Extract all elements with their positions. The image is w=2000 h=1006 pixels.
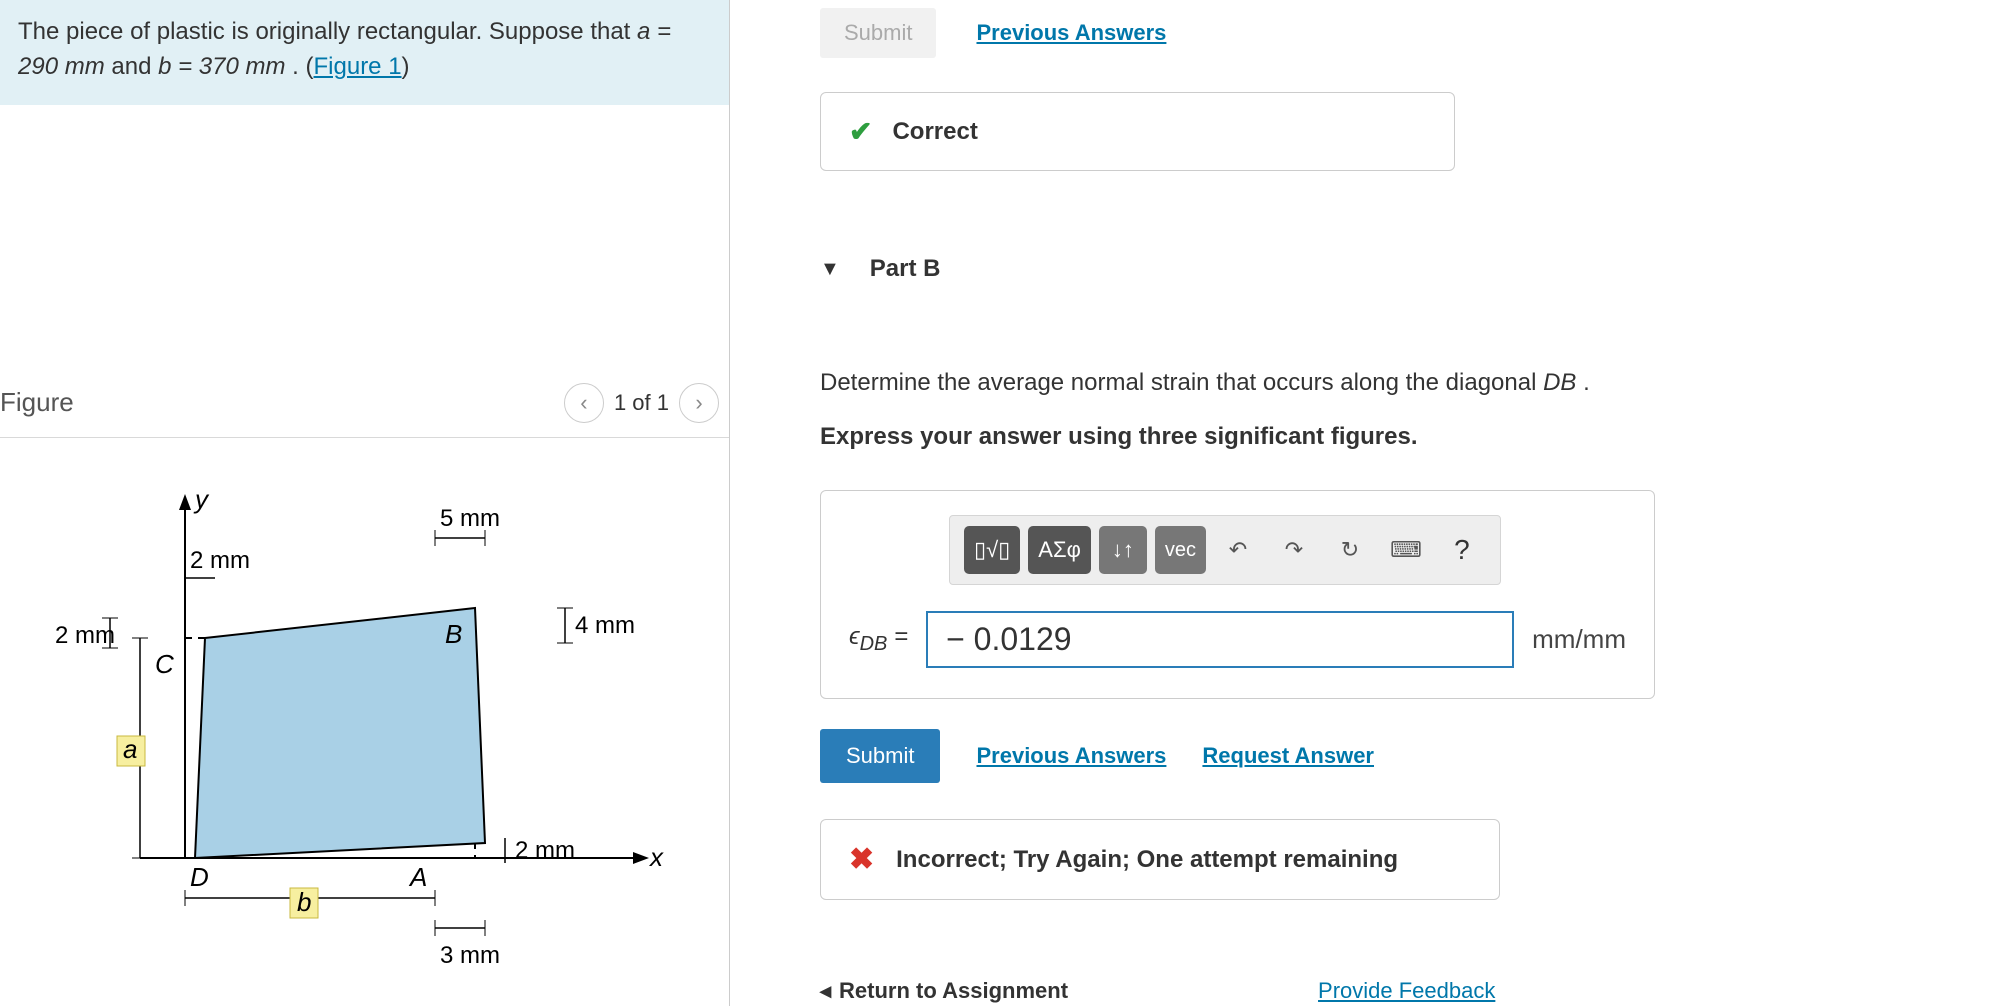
dim-2mm-right: 2 mm bbox=[515, 837, 575, 864]
label-B: B bbox=[445, 619, 462, 649]
figure-header: Figure ‹ 1 of 1 › bbox=[0, 365, 729, 438]
x-icon: ✖ bbox=[849, 842, 874, 877]
part-a-submit-button: Submit bbox=[820, 8, 936, 58]
dim-5mm: 5 mm bbox=[440, 505, 500, 532]
part-b-previous-answers-link[interactable]: Previous Answers bbox=[976, 743, 1166, 769]
axis-x-label: x bbox=[648, 842, 664, 872]
reset-button[interactable]: ↻ bbox=[1326, 526, 1374, 574]
vector-button[interactable]: vec bbox=[1155, 526, 1206, 574]
figure-prev-button[interactable]: ‹ bbox=[564, 383, 604, 423]
part-b-title: Part B bbox=[870, 255, 941, 283]
correct-label: Correct bbox=[892, 118, 977, 146]
check-icon: ✔ bbox=[849, 115, 872, 148]
redo-button[interactable]: ↷ bbox=[1270, 526, 1318, 574]
part-b-header[interactable]: ▼ Part B bbox=[820, 255, 1960, 283]
undo-button[interactable]: ↶ bbox=[1214, 526, 1262, 574]
subscript-button[interactable]: ↓↑ bbox=[1099, 526, 1147, 574]
dim-2mm-left: 2 mm bbox=[55, 622, 115, 649]
provide-feedback-link[interactable]: Provide Feedback bbox=[1318, 978, 1495, 1004]
equation-toolbar: ▯√▯ ΑΣφ ↓↑ vec ↶ ↷ ↻ ⌨ ? bbox=[949, 515, 1501, 585]
label-D: D bbox=[190, 862, 209, 892]
answer-input[interactable] bbox=[926, 611, 1514, 668]
help-button[interactable]: ? bbox=[1438, 526, 1486, 574]
figure-link[interactable]: Figure 1 bbox=[314, 53, 402, 80]
chevron-left-icon: ◂ bbox=[820, 978, 831, 1004]
part-a-previous-answers-link[interactable]: Previous Answers bbox=[976, 20, 1166, 46]
part-b-hint: Express your answer using three signific… bbox=[820, 417, 1960, 457]
dim-2mm-top: 2 mm bbox=[190, 547, 250, 574]
caret-down-icon: ▼ bbox=[820, 258, 840, 281]
figure-pager-label: 1 of 1 bbox=[614, 390, 669, 416]
figure-title: Figure bbox=[0, 387, 74, 418]
greek-button[interactable]: ΑΣφ bbox=[1028, 526, 1091, 574]
incorrect-label: Incorrect; Try Again; One attempt remain… bbox=[896, 846, 1398, 874]
keyboard-button[interactable]: ⌨ bbox=[1382, 526, 1430, 574]
variable-label: ϵDB = bbox=[849, 623, 908, 656]
answer-panel: ▯√▯ ΑΣφ ↓↑ vec ↶ ↷ ↻ ⌨ ? ϵDB = mm/mm bbox=[820, 490, 1655, 699]
label-A: A bbox=[408, 862, 427, 892]
dim-3mm: 3 mm bbox=[440, 942, 500, 968]
return-link[interactable]: ◂ Return to Assignment bbox=[820, 978, 1068, 1004]
part-b-submit-button[interactable]: Submit bbox=[820, 729, 940, 783]
part-b-feedback: ✖ Incorrect; Try Again; One attempt rema… bbox=[820, 819, 1500, 900]
dim-4mm: 4 mm bbox=[575, 612, 635, 639]
label-C: C bbox=[155, 649, 174, 679]
part-b-instructions: Determine the average normal strain that… bbox=[820, 363, 1960, 456]
figure-diagram: y x 5 mm 2 mm 4 mm 2 mm 2 mm bbox=[0, 438, 729, 1006]
figure-next-button[interactable]: › bbox=[679, 383, 719, 423]
request-answer-link[interactable]: Request Answer bbox=[1202, 743, 1374, 769]
dim-b: b bbox=[297, 887, 311, 917]
problem-statement: The piece of plastic is originally recta… bbox=[0, 0, 729, 105]
b-expression: b = 370 mm bbox=[158, 53, 285, 80]
template-button[interactable]: ▯√▯ bbox=[964, 526, 1020, 574]
unit-label: mm/mm bbox=[1532, 624, 1626, 655]
problem-text: The piece of plastic is originally recta… bbox=[18, 18, 637, 45]
axis-y-label: y bbox=[193, 484, 210, 514]
part-a-feedback: ✔ Correct bbox=[820, 92, 1455, 171]
diagonal-name: DB bbox=[1543, 369, 1576, 396]
dim-a: a bbox=[123, 734, 137, 764]
